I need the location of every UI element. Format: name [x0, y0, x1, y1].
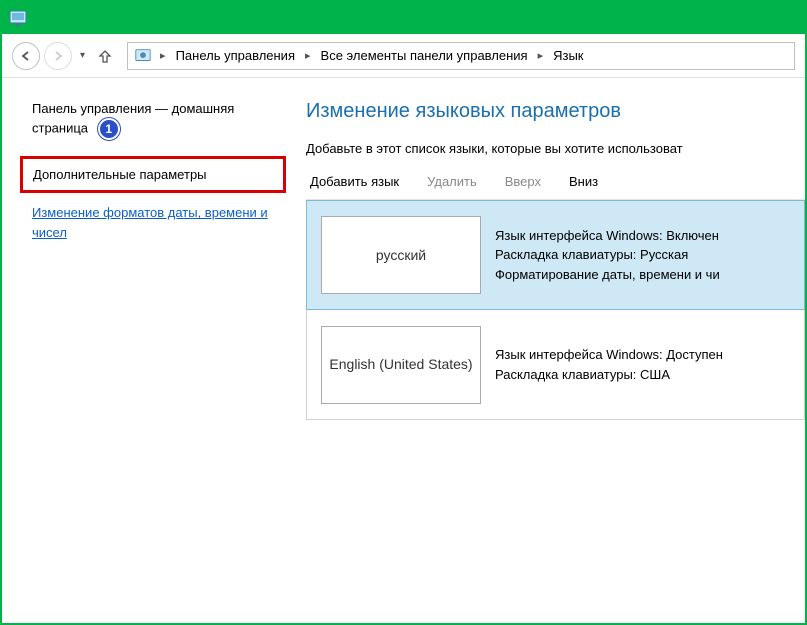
- chevron-right-icon: ▸: [534, 49, 548, 62]
- language-row[interactable]: русский Язык интерфейса Windows: Включен…: [306, 200, 805, 310]
- chevron-right-icon: ▸: [156, 49, 170, 62]
- move-down-button[interactable]: Вниз: [569, 174, 598, 189]
- info-line: Раскладка клавиатуры: США: [495, 365, 804, 385]
- page-description: Добавьте в этот список языки, которые вы…: [306, 141, 805, 156]
- add-language-button[interactable]: Добавить язык: [310, 174, 399, 189]
- main-panel: Изменение языковых параметров Добавьте в…: [292, 78, 805, 623]
- breadcrumb-item[interactable]: Панель управления: [174, 48, 297, 63]
- titlebar: [2, 2, 805, 34]
- info-line: Язык интерфейса Windows: Включен: [495, 226, 804, 246]
- control-panel-icon: [8, 8, 28, 28]
- sidebar: Панель управления — домашняя страница 1 …: [2, 78, 292, 623]
- chevron-right-icon: ▸: [301, 49, 315, 62]
- language-info: Язык интерфейса Windows: Включен Расклад…: [495, 226, 804, 285]
- back-button[interactable]: [12, 42, 40, 70]
- navbar: ▾ ▸ Панель управления ▸ Все элементы пан…: [2, 34, 805, 78]
- language-info: Язык интерфейса Windows: Доступен Раскла…: [495, 345, 804, 384]
- info-line: Форматирование даты, времени и чи: [495, 265, 804, 285]
- breadcrumb-item[interactable]: Все элементы панели управления: [319, 48, 530, 63]
- recent-dropdown[interactable]: ▾: [76, 50, 89, 61]
- forward-button[interactable]: [44, 42, 72, 70]
- up-button[interactable]: [93, 44, 117, 68]
- home-link-row: Панель управления — домашняя страница 1: [32, 100, 274, 140]
- control-panel-home-link[interactable]: Панель управления — домашняя страница: [32, 101, 234, 136]
- toolbar: Добавить язык Удалить Вверх Вниз: [306, 174, 805, 200]
- page-title: Изменение языковых параметров: [306, 100, 805, 123]
- control-panel-addr-icon: [134, 47, 152, 65]
- language-name-box: English (United States): [321, 326, 481, 404]
- additional-settings-link[interactable]: Дополнительные параметры: [33, 167, 207, 182]
- content-area: Панель управления — домашняя страница 1 …: [2, 78, 805, 623]
- highlighted-link-box: Дополнительные параметры: [20, 156, 286, 193]
- annotation-badge-1: 1: [98, 118, 120, 140]
- language-name-box: русский: [321, 216, 481, 294]
- language-list: русский Язык интерфейса Windows: Включен…: [306, 200, 805, 420]
- date-format-link[interactable]: Изменение форматов даты, времени и чисел: [32, 205, 268, 240]
- info-line: Язык интерфейса Windows: Доступен: [495, 345, 804, 365]
- move-up-button[interactable]: Вверх: [505, 174, 541, 189]
- address-bar[interactable]: ▸ Панель управления ▸ Все элементы панел…: [127, 42, 795, 70]
- remove-button[interactable]: Удалить: [427, 174, 477, 189]
- language-row[interactable]: English (United States) Язык интерфейса …: [306, 310, 805, 420]
- info-line: Раскладка клавиатуры: Русская: [495, 245, 804, 265]
- breadcrumb-item[interactable]: Язык: [551, 48, 585, 63]
